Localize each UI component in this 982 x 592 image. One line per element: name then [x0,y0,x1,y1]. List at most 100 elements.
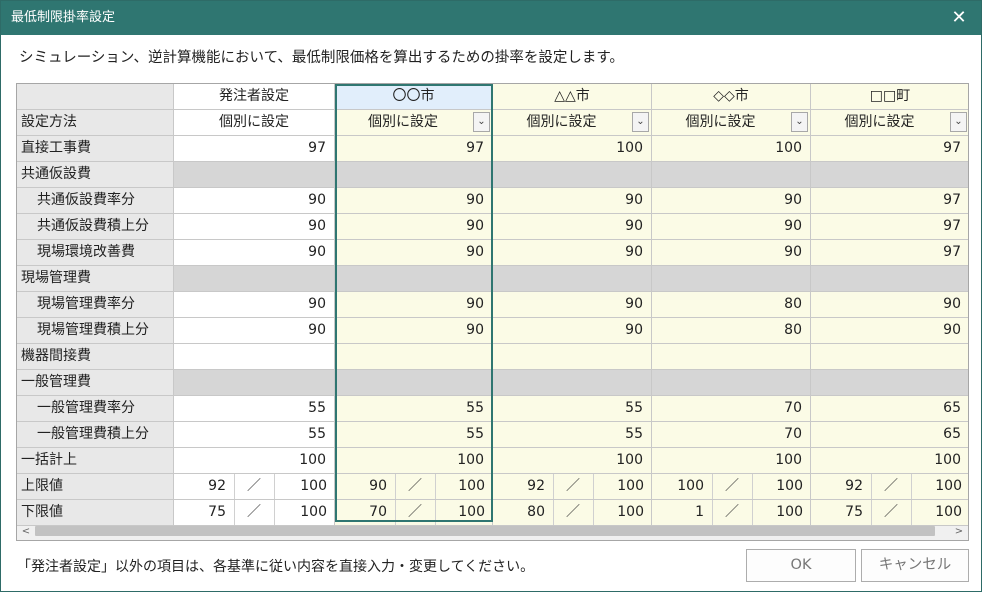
column-header[interactable]: ◇◇市 [652,84,811,110]
rate-cell[interactable]: 90 [174,214,335,240]
rate-cell[interactable]: 100 [174,448,335,474]
ok-button[interactable]: OK [746,549,856,582]
rate-cell[interactable]: 90 [811,292,968,318]
rate-cell[interactable]: 90 [493,214,652,240]
method-select[interactable]: 個別に設定 ⌄ [493,110,652,136]
rate-cell[interactable]: 97 [811,136,968,162]
rate-cell[interactable]: 90 [335,240,493,266]
rate-cell[interactable]: 80 [652,318,811,344]
ratio-denominator[interactable]: 100 [911,474,962,499]
ratio-numerator[interactable]: 92 [174,474,226,499]
rate-cell[interactable]: 90 [174,318,335,344]
chevron-down-icon[interactable]: ⌄ [473,112,490,132]
rate-cell[interactable]: 90 [174,292,335,318]
column-header[interactable]: △△市 [493,84,652,110]
close-icon[interactable]: ✕ [937,1,981,35]
rate-cell[interactable]: 90 [652,240,811,266]
chevron-down-icon[interactable]: ⌄ [950,112,967,132]
group-row-cell [174,370,335,396]
ratio-denominator[interactable]: 100 [752,500,803,525]
ratio-denominator[interactable]: 100 [435,500,485,525]
rate-cell[interactable]: 90 [335,214,493,240]
ratio-denominator[interactable]: 100 [593,474,644,499]
rate-cell[interactable]: 90 [174,188,335,214]
column-header[interactable]: □□町 [811,84,968,110]
ratio-numerator[interactable]: 75 [811,500,863,525]
rate-cell[interactable]: 100 [652,136,811,162]
ratio-denominator[interactable]: 100 [274,500,327,525]
rate-cell[interactable]: 90 [811,318,968,344]
ratio-separator: ／ [247,504,261,520]
rate-cell[interactable]: 100 [652,448,811,474]
ratio-numerator[interactable]: 90 [335,474,387,499]
rate-cell[interactable]: 90 [335,188,493,214]
ratio-numerator[interactable]: 75 [174,500,226,525]
rate-cell[interactable]: 90 [493,240,652,266]
rate-cell[interactable]: 90 [335,292,493,318]
rate-cell[interactable]: 65 [811,396,968,422]
rate-cell[interactable]: 90 [493,188,652,214]
ratio-numerator[interactable]: 1 [652,500,704,525]
ratio-cell: 92 ／ 100 [174,474,335,500]
chevron-down-icon[interactable]: ⌄ [791,112,808,132]
rate-cell[interactable] [493,344,652,370]
rate-cell[interactable]: 55 [493,396,652,422]
rate-cell[interactable]: 97 [811,188,968,214]
row-label: 一括計上 [17,448,174,474]
rate-cell[interactable]: 90 [174,240,335,266]
ratio-numerator[interactable]: 70 [335,500,387,525]
rate-cell[interactable]: 100 [811,448,968,474]
rate-cell[interactable]: 90 [652,214,811,240]
scrollbar-thumb[interactable] [35,526,935,536]
group-row-cell [174,266,335,292]
ratio-denominator[interactable]: 100 [593,500,644,525]
rate-cell[interactable]: 70 [652,396,811,422]
rate-cell[interactable]: 70 [652,422,811,448]
rate-cell[interactable]: 97 [811,240,968,266]
rate-cell[interactable]: 55 [335,422,493,448]
ratio-separator: ／ [884,478,898,494]
method-select[interactable]: 個別に設定 ⌄ [811,110,968,136]
rate-cell[interactable]: 55 [174,422,335,448]
column-header[interactable]: 発注者設定 [174,84,335,110]
description-text: シミュレーション、逆計算機能において、最低制限価格を算出するための掛率を設定しま… [19,50,624,66]
rate-cell[interactable]: 55 [174,396,335,422]
ratio-numerator[interactable]: 92 [493,474,545,499]
rate-cell[interactable]: 55 [335,396,493,422]
method-select[interactable]: 個別に設定 ⌄ [335,110,493,136]
rate-cell[interactable]: 97 [811,214,968,240]
rate-cell[interactable]: 100 [493,136,652,162]
rate-cell[interactable]: 55 [493,422,652,448]
ratio-denominator[interactable]: 100 [911,500,962,525]
method-select[interactable]: 個別に設定 [174,110,335,136]
method-row-label: 設定方法 [17,110,174,136]
ratio-separator: ／ [408,478,422,494]
ratio-numerator[interactable]: 92 [811,474,863,499]
cancel-button[interactable]: キャンセル [861,549,969,582]
rate-cell[interactable]: 90 [652,188,811,214]
rate-cell[interactable]: 97 [335,136,493,162]
rate-cell[interactable] [335,344,493,370]
rate-cell[interactable]: 100 [493,448,652,474]
ratio-denominator[interactable]: 100 [752,474,803,499]
ratio-numerator[interactable]: 100 [652,474,704,499]
title-bar: 最低制限掛率設定 ✕ [1,1,981,35]
rate-cell[interactable] [652,344,811,370]
rate-cell[interactable]: 90 [493,292,652,318]
rate-cell[interactable]: 100 [335,448,493,474]
ratio-denominator[interactable]: 100 [435,474,485,499]
chevron-down-icon[interactable]: ⌄ [632,112,649,132]
rate-cell[interactable]: 90 [493,318,652,344]
rate-cell[interactable]: 90 [335,318,493,344]
rate-cell[interactable] [174,344,335,370]
column-header[interactable]: 〇〇市 [335,84,493,110]
ratio-denominator[interactable]: 100 [274,474,327,499]
rate-cell[interactable]: 65 [811,422,968,448]
ratio-separator: ／ [566,504,580,520]
method-select[interactable]: 個別に設定 ⌄ [652,110,811,136]
rate-cell[interactable]: 97 [174,136,335,162]
rate-cell[interactable]: 80 [652,292,811,318]
ratio-cell: 92 ／ 100 [811,474,968,500]
rate-cell[interactable] [811,344,968,370]
ratio-numerator[interactable]: 80 [493,500,545,525]
